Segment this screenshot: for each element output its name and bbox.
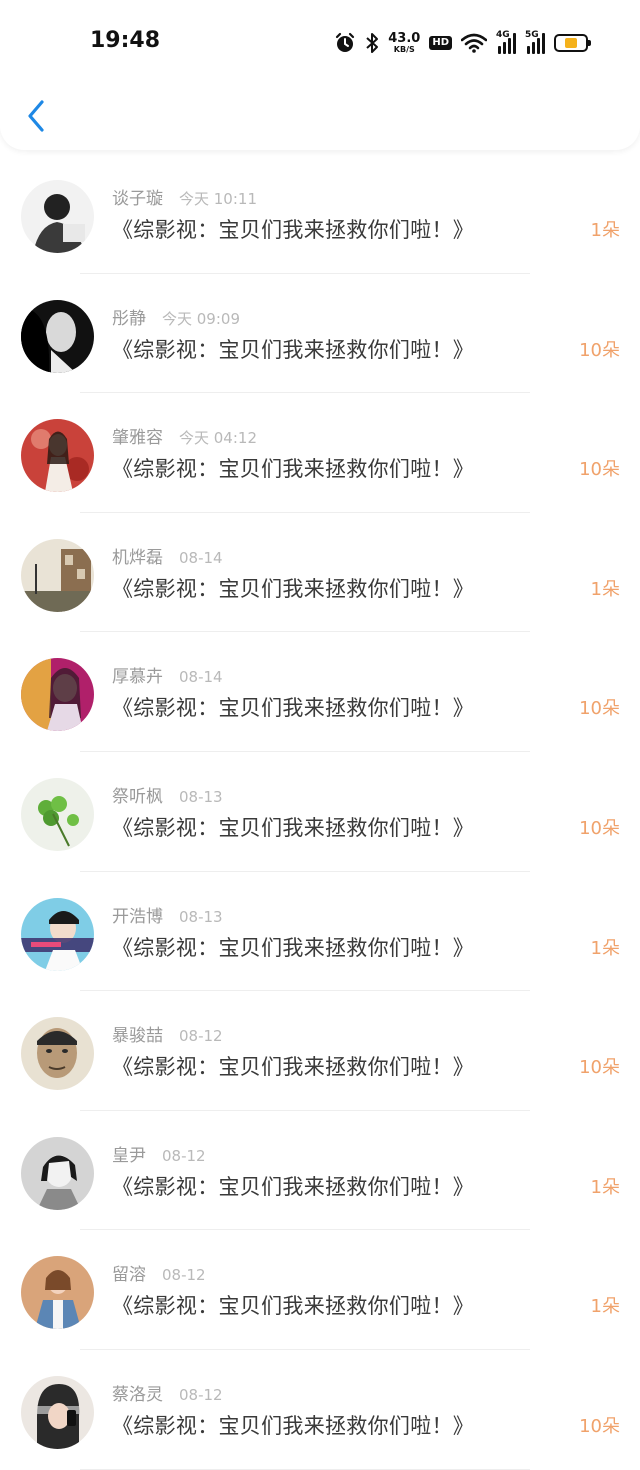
avatar[interactable] [21,1256,94,1330]
list-item[interactable]: 开浩博 08-13 《综影视：宝贝们我来拯救你们啦！》 1朵 [0,872,640,992]
item-date: 08-13 [179,787,223,806]
user-name-text: 厚慕卉 [112,667,163,688]
book-title[interactable]: 《综影视：宝贝们我来拯救你们啦！》 [112,812,474,842]
avatar[interactable] [21,1375,94,1449]
battery-fill [565,38,577,48]
flower-count: 10朵 [579,459,620,481]
chevron-left-icon [28,100,44,132]
flower-count: 10朵 [579,817,620,839]
user-name: 谈子璇 今天 10:11 [112,184,257,209]
list-item[interactable]: 肇雅容 今天 04:12 《综影视：宝贝们我来拯救你们啦！》 10朵 [0,393,640,513]
signal-5g-icon: 5G [525,30,545,54]
user-name-text: 祭听枫 [112,786,163,807]
user-name: 蔡洛灵 08-12 [112,1380,223,1405]
user-name: 彤静 今天 09:09 [112,304,240,329]
list-item[interactable]: 祭听枫 08-13 《综影视：宝贝们我来拯救你们啦！》 10朵 [0,752,640,872]
avatar[interactable] [21,299,94,373]
avatar[interactable] [21,777,94,851]
speed-unit: KB/S [393,45,415,54]
bluetooth-icon [365,32,379,54]
item-date: 08-12 [179,1027,223,1046]
flower-count: 10朵 [579,698,620,720]
item-date: 今天 10:11 [179,190,257,208]
wifi-icon [461,33,487,53]
book-title[interactable]: 《综影视：宝贝们我来拯救你们啦！》 [112,334,474,364]
signal-5g-label: 5G [525,30,539,40]
item-date: 08-14 [179,668,223,687]
flower-count: 1朵 [590,1176,620,1198]
item-date: 08-14 [179,548,223,567]
user-name: 留溶 08-12 [112,1260,206,1285]
avatar[interactable] [21,897,94,971]
status-icons: 43.0 KB/S HD 4G 5G [334,30,591,56]
signal-4g-label: 4G [496,30,510,40]
list-item[interactable]: 皇尹 08-12 《综影视：宝贝们我来拯救你们啦！》 1朵 [0,1111,640,1231]
book-title[interactable]: 《综影视：宝贝们我来拯救你们啦！》 [112,692,474,722]
battery-icon [554,34,591,52]
book-title[interactable]: 《综影视：宝贝们我来拯救你们啦！》 [112,1051,474,1081]
user-name: 厚慕卉 08-14 [112,662,223,687]
user-name-text: 暴骏喆 [112,1026,163,1047]
list-item[interactable]: 厚慕卉 08-14 《综影视：宝贝们我来拯救你们啦！》 10朵 [0,632,640,752]
item-date: 08-13 [179,907,223,926]
item-date: 08-12 [179,1385,223,1404]
hd-icon: HD [429,36,452,50]
user-name-text: 彤静 [112,308,146,329]
user-name: 皇尹 08-12 [112,1141,206,1166]
user-name: 开浩博 08-13 [112,902,223,927]
book-title[interactable]: 《综影视：宝贝们我来拯救你们啦！》 [112,1410,474,1440]
avatar[interactable] [21,419,94,493]
list-item[interactable]: 机烨磊 08-14 《综影视：宝贝们我来拯救你们啦！》 1朵 [0,513,640,633]
user-name-text: 肇雅容 [112,428,163,449]
top-bar: 19:48 43.0 KB/S HD 4G 5G [0,0,640,150]
avatar[interactable] [21,658,94,732]
user-name: 肇雅容 今天 04:12 [112,423,257,448]
network-speed: 43.0 KB/S [388,32,420,54]
user-name: 暴骏喆 08-12 [112,1021,223,1046]
avatar[interactable] [21,1017,94,1091]
alarm-icon [334,32,356,54]
item-date: 今天 04:12 [179,429,257,448]
back-button[interactable] [22,96,52,136]
flower-count: 1朵 [590,220,620,241]
flower-count: 1朵 [590,1296,620,1318]
speed-value: 43.0 [388,31,421,46]
user-name: 祭听枫 08-13 [112,782,223,807]
divider [80,1468,530,1470]
flower-count: 1朵 [590,578,620,600]
flower-count: 10朵 [579,339,620,361]
book-title[interactable]: 《综影视：宝贝们我来拯救你们啦！》 [112,573,474,603]
item-date: 今天 09:09 [162,309,240,328]
user-name-text: 留溶 [112,1265,146,1286]
flower-count: 10朵 [579,1057,620,1079]
flower-count: 1朵 [590,937,620,959]
user-name-text: 开浩博 [112,906,163,927]
list-item[interactable]: 暴骏喆 08-12 《综影视：宝贝们我来拯救你们啦！》 10朵 [0,991,640,1111]
flower-count: 10朵 [579,1415,620,1437]
list-item[interactable]: 留溶 08-12 《综影视：宝贝们我来拯救你们啦！》 1朵 [0,1230,640,1350]
list-item[interactable]: 彤静 今天 09:09 《综影视：宝贝们我来拯救你们啦！》 10朵 [0,274,640,394]
book-title[interactable]: 《综影视：宝贝们我来拯救你们啦！》 [112,1290,474,1320]
user-name-text: 皇尹 [112,1145,146,1166]
signal-4g-icon: 4G [496,30,516,54]
book-title[interactable]: 《综影视：宝贝们我来拯救你们啦！》 [112,214,474,244]
avatar[interactable] [21,1136,94,1210]
status-bar: 19:48 43.0 KB/S HD 4G 5G [0,0,640,86]
user-name-text: 蔡洛灵 [112,1384,163,1405]
list-item[interactable]: 蔡洛灵 08-12 《综影视：宝贝们我来拯救你们啦！》 10朵 [0,1350,640,1470]
item-date: 08-12 [162,1266,206,1285]
avatar[interactable] [21,180,94,253]
list-item[interactable]: 谈子璇 今天 10:11 《综影视：宝贝们我来拯救你们啦！》 1朵 [0,154,640,274]
user-name: 机烨磊 08-14 [112,543,223,568]
book-title[interactable]: 《综影视：宝贝们我来拯救你们啦！》 [112,453,474,483]
book-title[interactable]: 《综影视：宝贝们我来拯救你们啦！》 [112,932,474,962]
gift-list: 谈子璇 今天 10:11 《综影视：宝贝们我来拯救你们啦！》 1朵 彤静 今天 09… [0,154,640,1470]
book-title[interactable]: 《综影视：宝贝们我来拯救你们啦！》 [112,1171,474,1201]
item-date: 08-12 [162,1146,206,1165]
avatar[interactable] [21,538,94,612]
status-time: 19:48 [90,28,161,53]
user-name-text: 机烨磊 [112,547,163,568]
user-name-text: 谈子璇 [112,189,163,209]
